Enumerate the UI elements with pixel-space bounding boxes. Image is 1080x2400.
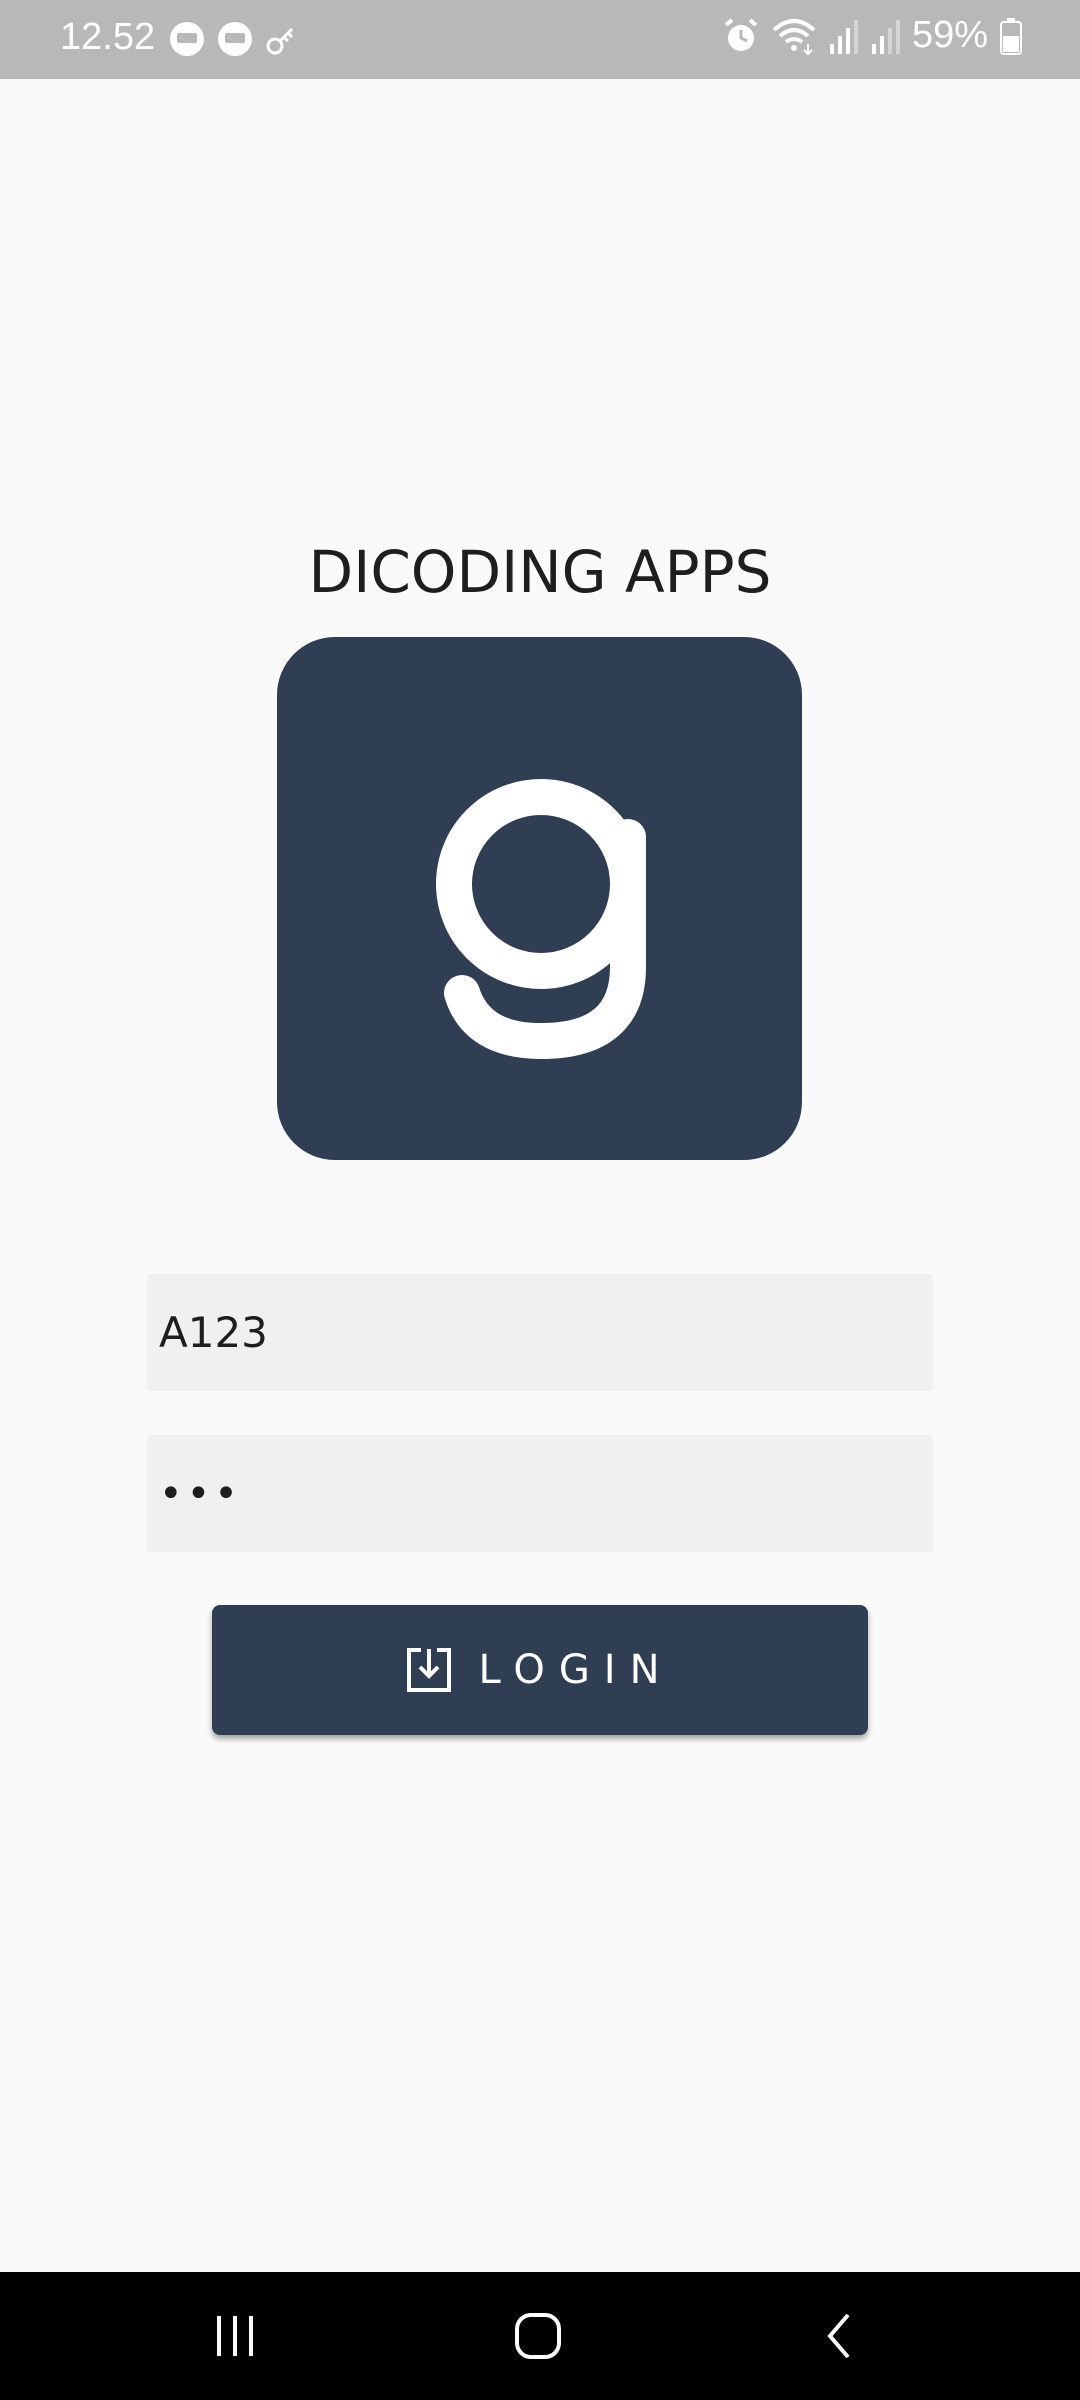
back-icon (827, 2313, 850, 2359)
password-field[interactable] (147, 1435, 933, 1552)
notification-icons (168, 20, 302, 58)
login-button[interactable]: LOGIN (212, 1605, 868, 1735)
battery-percentage: 59% (911, 14, 988, 56)
home-button[interactable] (478, 2272, 598, 2400)
status-bar: 12.52 59% (0, 0, 1080, 79)
battery-icon (1000, 17, 1022, 55)
login-label: LOGIN (478, 1647, 674, 1693)
recent-apps-button[interactable] (175, 2272, 295, 2400)
signal-icon (829, 19, 858, 54)
key-icon (266, 27, 294, 55)
recent-apps-icon (217, 2316, 253, 2356)
message-icon (170, 22, 204, 56)
signal-icon (871, 19, 900, 54)
app-logo (277, 637, 802, 1160)
message-icon (218, 22, 252, 56)
app-title: DICODING APPS (308, 538, 772, 606)
login-screen: 12.52 59% DICODING APPS A123 ••• LOGIN (0, 0, 1080, 2400)
back-button[interactable] (780, 2272, 900, 2400)
home-icon (515, 2313, 561, 2359)
username-field[interactable] (147, 1274, 933, 1391)
navigation-bar (0, 2272, 1080, 2400)
logo-glyph (436, 779, 646, 1060)
status-time: 12.52 (60, 16, 156, 58)
login-icon (407, 1647, 452, 1692)
alarm-icon (724, 17, 758, 51)
status-right: 59% (722, 14, 1022, 57)
wifi-icon (772, 18, 816, 55)
